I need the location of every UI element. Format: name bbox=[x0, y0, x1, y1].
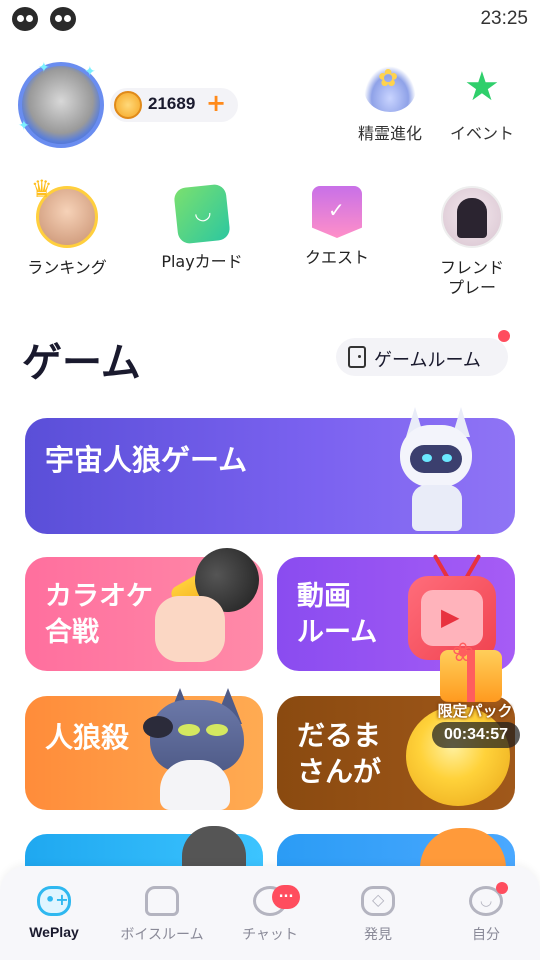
add-coins-button[interactable]: + bbox=[206, 89, 226, 117]
notification-dot bbox=[496, 882, 508, 894]
sofa-icon bbox=[145, 886, 179, 916]
game-title: 人狼殺 bbox=[45, 721, 130, 754]
nav-voice-room[interactable]: ボイスルーム bbox=[108, 886, 216, 944]
wolf-body bbox=[160, 760, 230, 810]
nav-label: WePlay bbox=[29, 924, 79, 940]
event-label: イベント bbox=[449, 124, 514, 143]
wolf-eye bbox=[178, 724, 200, 736]
fist-illustration bbox=[155, 596, 225, 662]
app-notification-icon bbox=[12, 7, 38, 31]
coin-icon bbox=[114, 91, 142, 119]
status-bar: 23:25 bbox=[0, 0, 540, 40]
game-title: だるま さんが bbox=[297, 719, 382, 788]
nav-label: ボイスルーム bbox=[120, 927, 204, 943]
bottom-navigation: WePlay ボイスルーム チャット 発見 自分 bbox=[0, 866, 540, 960]
game-title: カラオケ 合戦 bbox=[45, 581, 153, 648]
nav-weplay[interactable]: WePlay bbox=[0, 886, 108, 940]
alien-body bbox=[412, 485, 462, 531]
nav-label: チャット bbox=[242, 927, 298, 943]
quest-icon bbox=[312, 186, 362, 238]
alien-eye bbox=[442, 454, 452, 462]
friend-play-button[interactable]: フレンド プレー bbox=[417, 186, 527, 298]
notification-dot bbox=[498, 330, 510, 342]
play-card-button[interactable]: Playカード bbox=[147, 183, 257, 272]
game-section-title: ゲーム bbox=[22, 340, 141, 386]
ranking-avatar-icon bbox=[31, 175, 98, 248]
alien-visor bbox=[410, 445, 462, 473]
spirit-evolution-icon bbox=[364, 64, 416, 112]
event-star-icon bbox=[456, 64, 508, 112]
play-card-label: Playカード bbox=[161, 252, 243, 271]
weplay-gamepad-icon bbox=[37, 886, 71, 916]
game-title: 宇宙人狼ゲーム bbox=[45, 443, 248, 477]
alien-eye bbox=[422, 454, 432, 462]
wolf-snout bbox=[143, 716, 173, 738]
limited-pack-timer: 00:34:57 bbox=[432, 722, 520, 748]
chat-badge: ... bbox=[272, 885, 300, 909]
nav-label: 発見 bbox=[364, 927, 392, 943]
sparkle-icon: ✦ bbox=[38, 60, 50, 76]
game-room-button[interactable]: ゲームルーム bbox=[336, 338, 508, 376]
nav-chat[interactable]: チャット bbox=[216, 886, 324, 944]
golden-ball-illustration bbox=[406, 706, 510, 806]
alien-character-illustration bbox=[380, 405, 490, 535]
event-button[interactable]: イベント bbox=[442, 64, 522, 144]
game-title: 動画 ルーム bbox=[297, 581, 378, 648]
discover-icon bbox=[361, 886, 395, 916]
spirit-evolution-label: 精霊進化 bbox=[357, 124, 422, 143]
status-time: 23:25 bbox=[480, 8, 528, 29]
door-icon bbox=[348, 346, 366, 368]
nav-discover[interactable]: 発見 bbox=[324, 886, 432, 944]
sparkle-icon: ✦ bbox=[84, 64, 96, 80]
play-card-icon bbox=[173, 183, 231, 245]
coin-balance[interactable]: 21689 + bbox=[110, 88, 238, 122]
ranking-label: ランキング bbox=[27, 258, 107, 277]
game-room-label: ゲームルーム bbox=[374, 350, 481, 371]
app-notification-icon bbox=[50, 7, 76, 31]
spirit-evolution-button[interactable]: 精霊進化 bbox=[350, 64, 430, 144]
nav-label: 自分 bbox=[472, 927, 500, 943]
sparkle-icon: ✦ bbox=[18, 118, 30, 134]
friend-play-avatar-icon bbox=[441, 186, 503, 248]
nav-me[interactable]: 自分 bbox=[432, 886, 540, 944]
coin-value: 21689 bbox=[148, 94, 196, 113]
quest-label: クエスト bbox=[304, 248, 369, 267]
ranking-button[interactable]: ランキング bbox=[12, 175, 122, 278]
wolf-eye bbox=[206, 724, 228, 736]
friend-play-label: フレンド プレー bbox=[439, 258, 504, 297]
gift-bow-icon: ❀ bbox=[452, 638, 474, 668]
quest-button[interactable]: クエスト bbox=[282, 186, 392, 268]
limited-pack-label[interactable]: 限定パック bbox=[432, 700, 518, 721]
